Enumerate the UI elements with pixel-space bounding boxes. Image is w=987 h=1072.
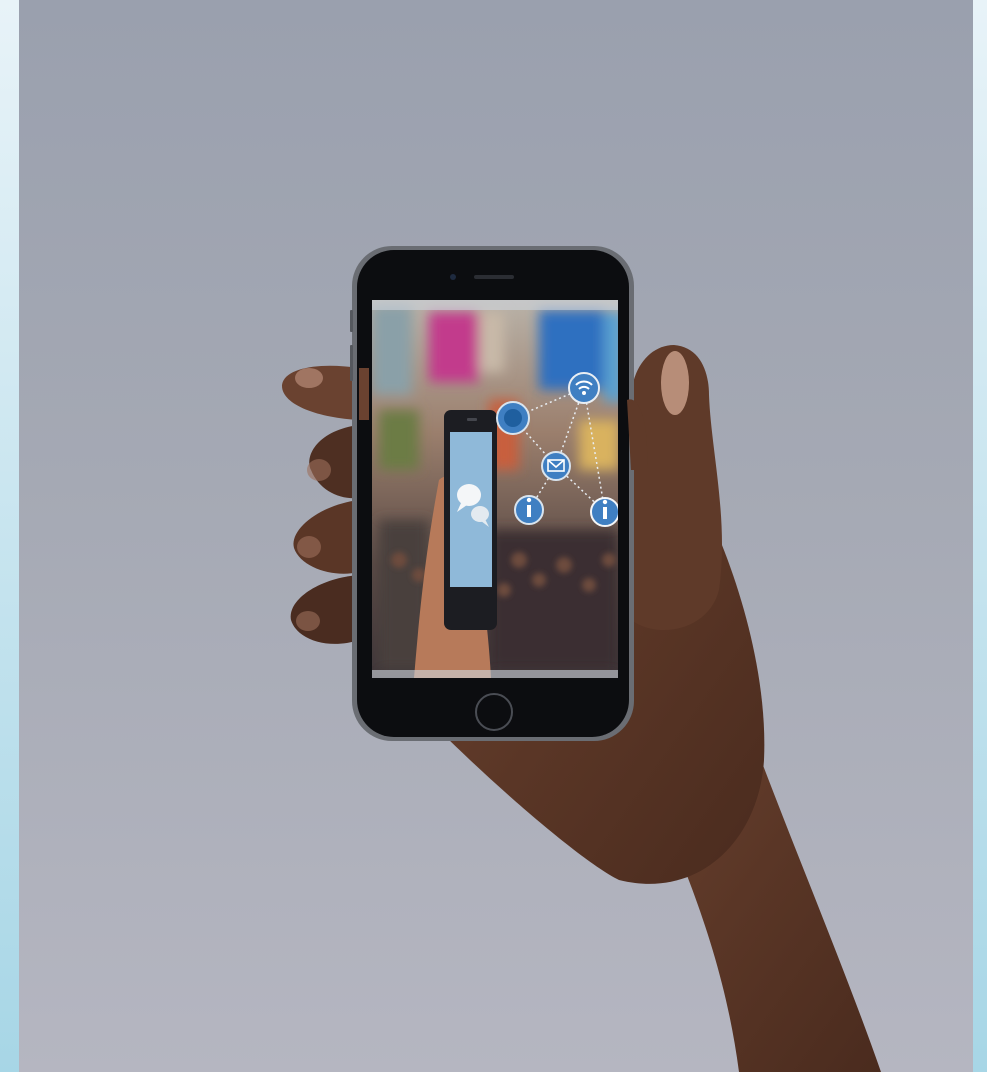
earpiece — [474, 275, 514, 279]
front-camera — [450, 274, 456, 280]
phone-screen — [372, 300, 618, 678]
thumbnail — [661, 351, 689, 415]
hand-holding-phone-illustration — [281, 246, 881, 1072]
photo-backdrop — [19, 0, 973, 1072]
info-icon — [514, 495, 544, 525]
little-finger — [290, 575, 359, 644]
mail-icon — [541, 451, 571, 481]
wifi-icon — [568, 372, 600, 404]
info-icon — [590, 497, 618, 527]
globe-icon — [496, 401, 530, 435]
ring-finger — [293, 500, 359, 574]
